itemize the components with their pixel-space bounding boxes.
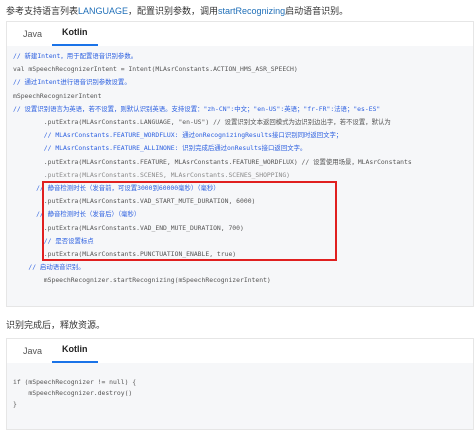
release-resources-text: 识别完成后，释放资源。 (6, 320, 106, 330)
tab-kotlin[interactable]: Kotlin (52, 343, 98, 363)
code-line: if (mSpeechRecognizer != null) { (13, 378, 137, 386)
code-line: mSpeechRecognizer.startRecognizing(mSpee… (13, 276, 271, 285)
code-line: // 新建Intent，用于配置语音识别参数。 (13, 52, 138, 60)
intro-paragraph: 参考支持语言列表LANGUAGE，配置识别参数，调用startRecognizi… (6, 3, 348, 19)
code-line: // MLAsrConstants.FEATURE_WORDFLUX: 通过on… (13, 131, 343, 140)
code-area: if (mSpeechRecognizer != null) { mSpeech… (7, 363, 473, 429)
code-line: .putExtra(MLAsrConstants.LANGUAGE, "en-U… (13, 118, 391, 126)
intro-text-mid: ，配置识别参数，调用 (128, 6, 219, 16)
code-line: // 启动语音识别。 (13, 263, 85, 272)
code-area: // 新建Intent，用于配置语音识别参数。 val mSpeechRecogn… (7, 46, 473, 306)
code-line: // 设置识别语言为英语，若不设置，则默认识别英语。支持设置："zh-CN":中… (13, 104, 381, 113)
intro-text-after: 启动语音识别。 (285, 6, 349, 16)
code-line: .putExtra(MLAsrConstants.SCENES, MLAsrCo… (13, 170, 291, 179)
language-link[interactable]: LANGUAGE (78, 6, 128, 16)
tab-kotlin[interactable]: Kotlin (52, 26, 98, 46)
highlight-box (42, 181, 337, 261)
intro-text-before: 参考支持语言列表 (6, 6, 79, 16)
start-recognizing-link[interactable]: startRecognizing (218, 6, 285, 16)
code-block-start-recognition: Java Kotlin // 新建Intent，用于配置语音识别参数。 val m… (6, 21, 474, 307)
tab-java[interactable]: Java (13, 28, 52, 46)
code-line: } (13, 400, 17, 408)
code-line: mSpeechRecognizerIntent (13, 91, 102, 100)
language-tabs: Java Kotlin (7, 22, 473, 46)
code-line: // MLAsrConstants.FEATURE_ALLINONE: 识别完成… (13, 144, 307, 153)
code-line: mSpeechRecognizer.destroy() (13, 389, 133, 397)
code-block-release-resources: Java Kotlin if (mSpeechRecognizer != nul… (6, 338, 474, 430)
code-line: .putExtra(MLAsrConstants.FEATURE, MLAsrC… (13, 157, 412, 166)
code-line: // 通过Intent进行语音识别参数设置。 (13, 78, 131, 87)
tab-java[interactable]: Java (13, 345, 52, 363)
code-line: val mSpeechRecognizerIntent = Intent(MLA… (13, 65, 298, 74)
language-tabs: Java Kotlin (7, 339, 473, 363)
